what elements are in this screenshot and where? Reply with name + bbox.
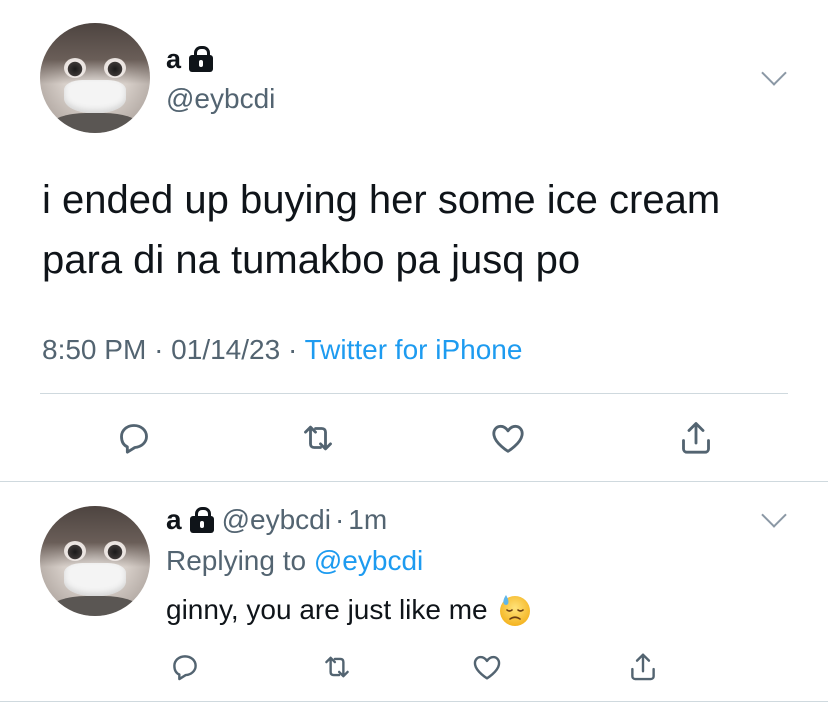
reply-text-row: ginny, you are just like me [166, 593, 532, 627]
like-button[interactable] [488, 418, 528, 458]
meta-separator: · [287, 334, 298, 365]
retweet-icon [325, 656, 349, 678]
reply-author-name[interactable]: a [166, 504, 182, 536]
main-author-handle[interactable]: @eybcdi [166, 83, 275, 115]
reply-reply-button[interactable] [168, 650, 202, 684]
heart-icon [492, 424, 524, 453]
reply-icon [173, 655, 197, 681]
chevron-down-icon[interactable] [761, 502, 787, 528]
main-author-name[interactable]: a [166, 44, 181, 75]
lock-icon [189, 46, 214, 72]
share-icon [682, 422, 710, 454]
bottom-divider [0, 701, 828, 702]
reply-time-ago[interactable]: 1m [348, 504, 387, 536]
tweet-source-link[interactable]: Twitter for iPhone [305, 334, 523, 365]
main-tweet-text-line-2: para di na tumakbo pa jusq po [42, 238, 581, 282]
reply-header: a @eybcdi · 1m [166, 503, 387, 537]
reply-retweet-button[interactable] [320, 650, 354, 684]
reply-like-button[interactable] [470, 650, 504, 684]
main-tweet-meta: 8:50 PM · 01/14/23 · Twitter for iPhone [42, 334, 522, 366]
chevron-down-icon[interactable] [761, 60, 787, 86]
heart-icon [473, 655, 501, 680]
main-tweet-text-line-1: i ended up buying her some ice cream [42, 178, 721, 222]
section-divider [0, 481, 828, 482]
retweet-icon [304, 425, 332, 451]
replying-to-label: Replying to [166, 545, 307, 576]
lock-icon [189, 507, 214, 533]
replying-to: Replying to @eybcdi [166, 545, 423, 577]
reply-share-button[interactable] [626, 650, 660, 684]
main-divider [40, 393, 788, 394]
reply-button[interactable] [114, 418, 154, 458]
reply-tweet-text: ginny, you are just like me [166, 594, 488, 625]
share-icon [631, 653, 655, 681]
downcast-face-with-sweat-emoji [498, 593, 532, 627]
share-button[interactable] [676, 418, 716, 458]
tweet-date[interactable]: 01/14/23 [171, 334, 280, 365]
main-author-row: a [166, 43, 214, 75]
reply-icon [120, 424, 148, 454]
main-tweet-text: i ended up buying her some ice cream par… [42, 170, 802, 290]
tweet-time[interactable]: 8:50 PM [42, 334, 146, 365]
replying-to-handle[interactable]: @eybcdi [314, 545, 423, 576]
retweet-button[interactable] [298, 418, 338, 458]
meta-separator: · [334, 504, 345, 535]
main-avatar[interactable] [40, 23, 150, 133]
reply-avatar[interactable] [40, 506, 150, 616]
meta-separator: · [154, 334, 164, 365]
reply-author-handle[interactable]: @eybcdi [222, 504, 331, 536]
